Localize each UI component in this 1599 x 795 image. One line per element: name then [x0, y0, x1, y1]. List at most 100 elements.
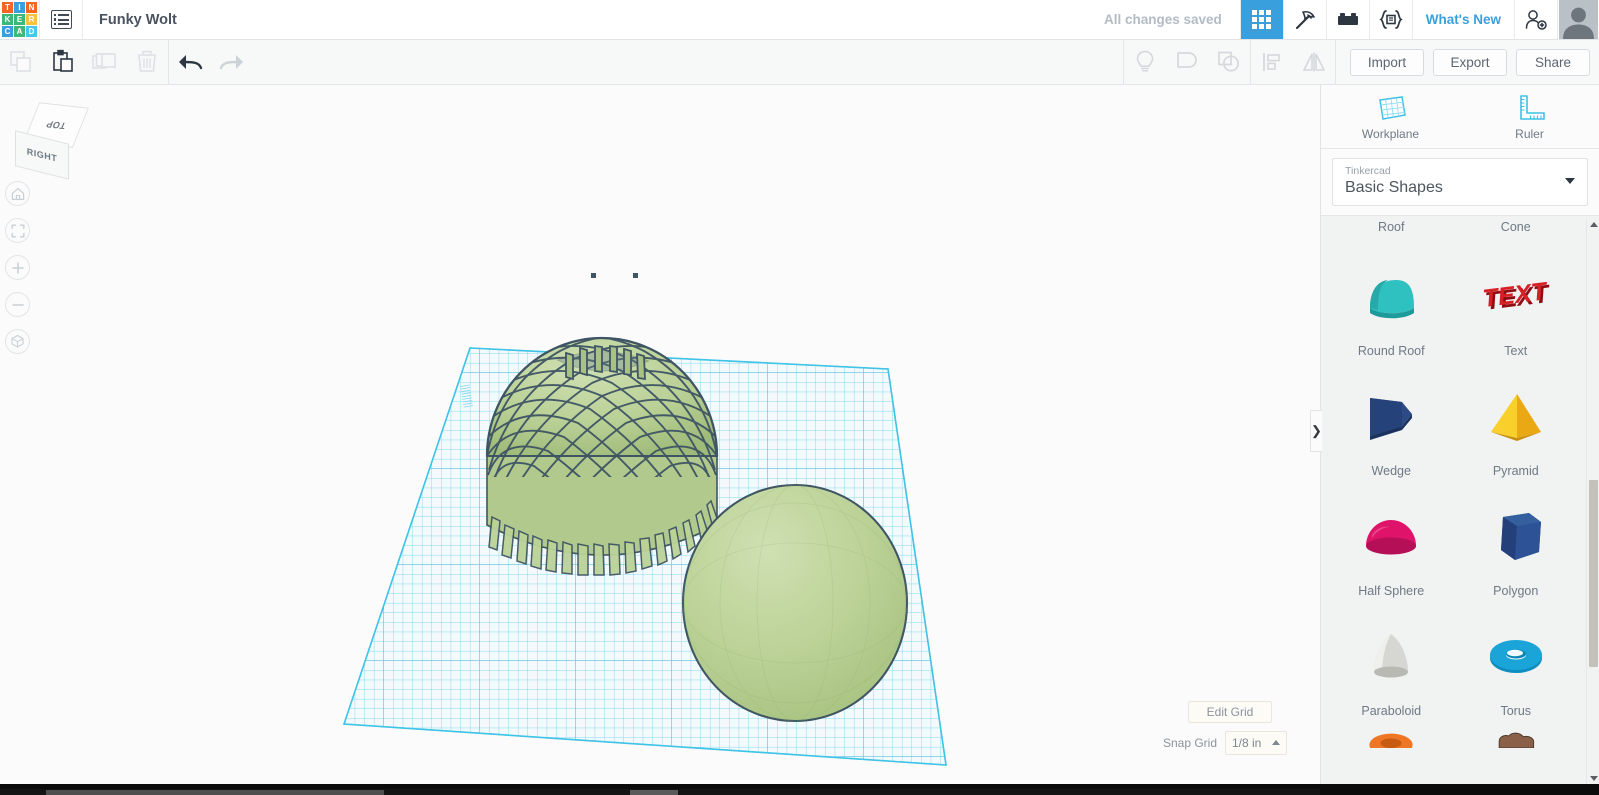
zoom-out-button[interactable]	[5, 292, 30, 317]
main-menu-button[interactable]	[39, 0, 83, 39]
toolbar-divider-4	[1335, 39, 1336, 85]
shape-item-pyramid[interactable]: Pyramid	[1454, 364, 1579, 484]
shape-label: Wedge	[1371, 464, 1411, 478]
logo-tile-t: T	[2, 2, 13, 13]
mirror-button[interactable]	[1293, 40, 1335, 85]
tab-codeblocks[interactable]	[1368, 0, 1412, 39]
library-name: Basic Shapes	[1345, 179, 1443, 196]
cube-perspective-icon	[11, 334, 24, 348]
snap-grid-label: Snap Grid	[1162, 736, 1217, 750]
shape-item-blob[interactable]	[1454, 724, 1579, 754]
shape-item-torus[interactable]: Torus	[1454, 604, 1579, 724]
tinkercad-app: TINKERCAD Funky Wolt All changes saved W…	[0, 0, 1599, 795]
ungroup-button[interactable]	[1208, 40, 1250, 85]
redo-button[interactable]	[211, 40, 253, 85]
logo-tile-d: D	[26, 26, 37, 37]
view-cube[interactable]: TOP RIGHT	[14, 102, 94, 180]
workplane-tool[interactable]: Workplane	[1321, 85, 1460, 148]
tab-bricks[interactable]	[1325, 0, 1369, 39]
scene-svg: |||||||||	[342, 273, 947, 766]
shape-label: Half Sphere	[1358, 584, 1425, 598]
torus-shape-icon	[1481, 616, 1551, 698]
ruler-tool[interactable]: Ruler	[1460, 85, 1599, 148]
shape-item-cone[interactable]: Cone	[1454, 218, 1579, 244]
shape-item-polygon[interactable]: Polygon	[1454, 484, 1579, 604]
shape-row-partial-bottom	[1321, 724, 1586, 754]
share-button[interactable]: Share	[1516, 48, 1590, 76]
chevron-down-icon	[1565, 178, 1575, 184]
tab-grid-view[interactable]	[1239, 0, 1283, 39]
snap-grid-control: Snap Grid 1/8 in	[1163, 731, 1287, 755]
horizontal-scrollbar[interactable]	[0, 789, 1320, 795]
edit-grid-button[interactable]: Edit Grid	[1188, 701, 1272, 723]
tab-pickaxe[interactable]	[1282, 0, 1326, 39]
blob-shape-icon	[1498, 732, 1534, 748]
logo-tile-e: E	[14, 14, 25, 25]
shape-grid: Round Roof TEXT TEXT Text Wedge Pyramid …	[1321, 244, 1586, 724]
wedge-shape-icon	[1356, 376, 1426, 458]
shape-label: Roof	[1378, 220, 1405, 234]
workplane-label: Workplane	[1361, 126, 1420, 141]
align-icon	[1263, 53, 1280, 71]
invite-people-button[interactable]	[1514, 0, 1557, 39]
view-cube-top-label: TOP	[44, 118, 68, 132]
undo-arrow-icon	[179, 55, 203, 70]
shapes-scrollbar[interactable]	[1586, 218, 1599, 785]
paste-icon	[53, 49, 73, 72]
scroll-up-button[interactable]	[1587, 218, 1599, 232]
shape-item-roof[interactable]: Roof	[1329, 218, 1454, 244]
paraboloid-shape-icon	[1356, 616, 1426, 698]
zoom-in-button[interactable]	[5, 255, 30, 280]
group-button[interactable]	[1166, 40, 1208, 85]
design-title[interactable]: Funky Wolt	[83, 0, 177, 39]
ruler-icon	[1519, 94, 1545, 120]
tube-shape-icon	[1369, 733, 1413, 748]
scrollbar-thumb-left[interactable]	[46, 790, 384, 795]
shape-item-tube[interactable]	[1329, 724, 1454, 754]
shape-item-half-sphere[interactable]: Half Sphere	[1329, 484, 1454, 604]
whats-new-link[interactable]: What's New	[1411, 0, 1514, 39]
edit-toolbar: Import Export Share	[0, 39, 1599, 85]
duplicate-button[interactable]	[84, 40, 126, 85]
logo-tile-c: C	[2, 26, 13, 37]
shape-row-partial-top: Roof Cone	[1321, 218, 1586, 244]
shape-item-wedge[interactable]: Wedge	[1329, 364, 1454, 484]
library-source: Tinkercad	[1345, 165, 1391, 177]
redo-arrow-icon	[219, 55, 243, 70]
scroll-down-button[interactable]	[1587, 771, 1599, 785]
hint-button[interactable]	[1124, 40, 1166, 85]
shape-label: Torus	[1500, 704, 1532, 718]
shape-item-text[interactable]: TEXT TEXT Text	[1454, 244, 1579, 364]
fit-view-button[interactable]	[5, 218, 30, 243]
logo-tile-k: K	[2, 14, 13, 25]
perspective-toggle-button[interactable]	[5, 329, 30, 354]
import-button[interactable]: Import	[1350, 48, 1424, 76]
shape-item-round-roof[interactable]: Round Roof	[1329, 244, 1454, 364]
copy-button[interactable]	[0, 40, 42, 85]
account-avatar-button[interactable]	[1557, 0, 1599, 39]
delete-button[interactable]	[126, 40, 168, 85]
scrollbar-thumb-right[interactable]	[630, 790, 678, 795]
snap-grid-select[interactable]: 1/8 in	[1225, 731, 1287, 755]
lightbulb-icon	[1136, 50, 1154, 72]
stray-marker-1	[591, 273, 596, 278]
snap-grid-value: 1/8 in	[1232, 736, 1262, 750]
undo-button[interactable]	[169, 40, 211, 85]
home-view-button[interactable]	[5, 181, 30, 206]
mirror-flip-icon	[1302, 52, 1326, 72]
pickaxe-icon	[1295, 10, 1315, 29]
align-button[interactable]	[1251, 40, 1293, 85]
scrollbar-thumb[interactable]	[1589, 480, 1598, 667]
shape-library-dropdown[interactable]: Tinkercad Basic Shapes	[1332, 158, 1588, 206]
export-button[interactable]: Export	[1433, 48, 1507, 76]
3d-viewport[interactable]: ||||||||| TOP RIGHT Edit Grid Snap Grid …	[0, 85, 1320, 785]
hamburger-list-icon	[50, 10, 72, 29]
add-person-icon	[1525, 9, 1547, 30]
tinkercad-logo[interactable]: TIN KER CAD	[0, 0, 39, 39]
shape-item-paraboloid[interactable]: Paraboloid	[1329, 604, 1454, 724]
chevron-up-icon	[1272, 740, 1280, 745]
paste-button[interactable]	[42, 40, 84, 85]
duplicate-icon	[92, 53, 116, 69]
shape-list[interactable]: Roof Cone Round Roof TEXT TEXT Text Wedg…	[1321, 218, 1586, 785]
avatar	[1559, 0, 1598, 39]
